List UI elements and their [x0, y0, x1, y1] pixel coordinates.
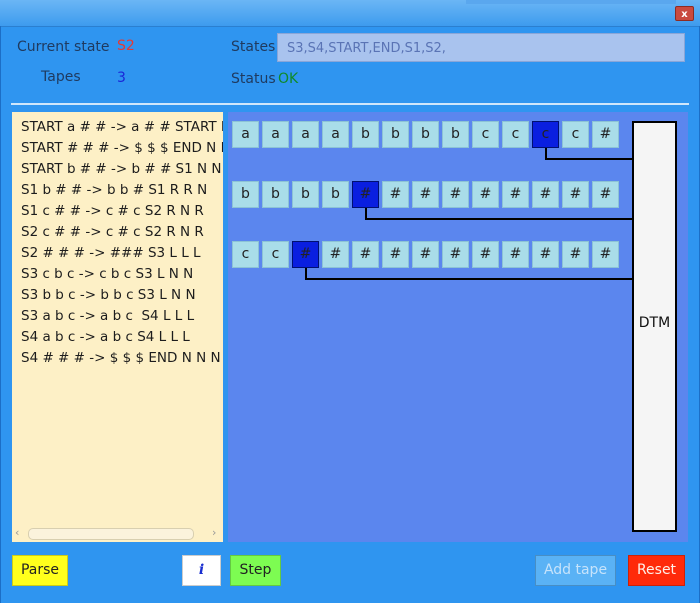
tape-cell: # [352, 241, 379, 268]
tape-cell: a [322, 121, 349, 148]
tape-cell: # [442, 181, 469, 208]
info-button[interactable]: i [182, 555, 221, 586]
dtm-label: DTM [638, 315, 671, 331]
rule-line: S3 b b c -> b b c S3 L N N [21, 287, 196, 303]
tape-cell: # [382, 241, 409, 268]
reset-button[interactable]: Reset [628, 555, 685, 586]
tape-cell: # [502, 181, 529, 208]
tape-cell: c [472, 121, 499, 148]
rules-panel[interactable]: START a # # -> a # # START R N N START #… [12, 112, 223, 542]
rule-line: S1 b # # -> b b # S1 R R N [21, 182, 208, 198]
rules-horizontal-scrollbar[interactable]: ‹ › [12, 525, 223, 541]
tape-cell: b [232, 181, 259, 208]
tape-cell: # [412, 241, 439, 268]
tape-cell: c [232, 241, 259, 268]
tape-cell: b [292, 181, 319, 208]
rule-line: S4 a b c -> a b c S4 L L L [21, 329, 190, 345]
scroll-right-icon[interactable]: › [212, 525, 216, 541]
scroll-left-icon[interactable]: ‹ [15, 525, 19, 541]
rule-line: START a # # -> a # # START R N N [21, 119, 223, 135]
parse-button[interactable]: Parse [12, 555, 68, 586]
tape-cell: c [262, 241, 289, 268]
current-state-label: Current state [17, 39, 110, 55]
head-connector-horizontal [365, 218, 632, 220]
add-tape-button[interactable]: Add tape [535, 555, 616, 586]
rule-line: S3 c b c -> c b c S3 L N N [21, 266, 194, 282]
tape-area [228, 112, 688, 542]
tape-cell: c [502, 121, 529, 148]
current-state-value: S2 [117, 38, 135, 54]
tape-cell: # [592, 121, 619, 148]
tape-cell: # [472, 181, 499, 208]
tape-cell: b [352, 121, 379, 148]
tape-cell: b [382, 121, 409, 148]
tape-cell: b [412, 121, 439, 148]
tape-cell: # [592, 181, 619, 208]
tape-cell: a [232, 121, 259, 148]
tape-cell: # [322, 241, 349, 268]
title-bar-strip [466, 0, 676, 4]
tapes-value: 3 [117, 70, 126, 86]
tape-cell: # [472, 241, 499, 268]
rule-line: S1 c # # -> c # c S2 R N R [21, 203, 204, 219]
tape-head-cell: # [292, 241, 319, 268]
states-label: States [231, 39, 276, 55]
head-connector-horizontal [545, 158, 632, 160]
states-field[interactable]: S3,S4,START,END,S1,S2, [277, 33, 685, 62]
rule-line: S2 c # # -> c # c S2 R N R [21, 224, 204, 240]
title-bar: x [0, 0, 700, 27]
dtm-machine-box: DTM [632, 121, 677, 532]
tape-cell: # [562, 181, 589, 208]
header-divider [11, 103, 689, 105]
tape-cell: # [562, 241, 589, 268]
tape-cell: # [502, 241, 529, 268]
tape-cell: a [292, 121, 319, 148]
scroll-thumb[interactable] [28, 528, 194, 540]
status-label: Status [231, 71, 276, 87]
rule-line: START # # # -> $ $ $ END N N N [21, 140, 223, 156]
tape-cell: # [442, 241, 469, 268]
step-button[interactable]: Step [230, 555, 281, 586]
close-button[interactable]: x [675, 6, 694, 21]
rule-line: START b # # -> b # # S1 N N N [21, 161, 223, 177]
tape-cell: # [532, 241, 559, 268]
tape-cell: # [382, 181, 409, 208]
rule-line: S3 a b c -> a b c S4 L L L [21, 308, 195, 324]
tape-cell: # [412, 181, 439, 208]
tape-cell: b [322, 181, 349, 208]
tapes-label: Tapes [41, 69, 81, 85]
rule-line: S4 # # # -> $ $ $ END N N N [21, 350, 221, 366]
rule-line: S2 # # # -> ### S3 L L L [21, 245, 201, 261]
tape-head-cell: # [352, 181, 379, 208]
head-connector-horizontal [305, 278, 632, 280]
tape-cell: b [442, 121, 469, 148]
tape-cell: b [262, 181, 289, 208]
tape-cell: # [532, 181, 559, 208]
tape-cell: c [562, 121, 589, 148]
tape-cell: a [262, 121, 289, 148]
tape-head-cell: c [532, 121, 559, 148]
tape-cell: # [592, 241, 619, 268]
status-value: OK [278, 71, 299, 87]
